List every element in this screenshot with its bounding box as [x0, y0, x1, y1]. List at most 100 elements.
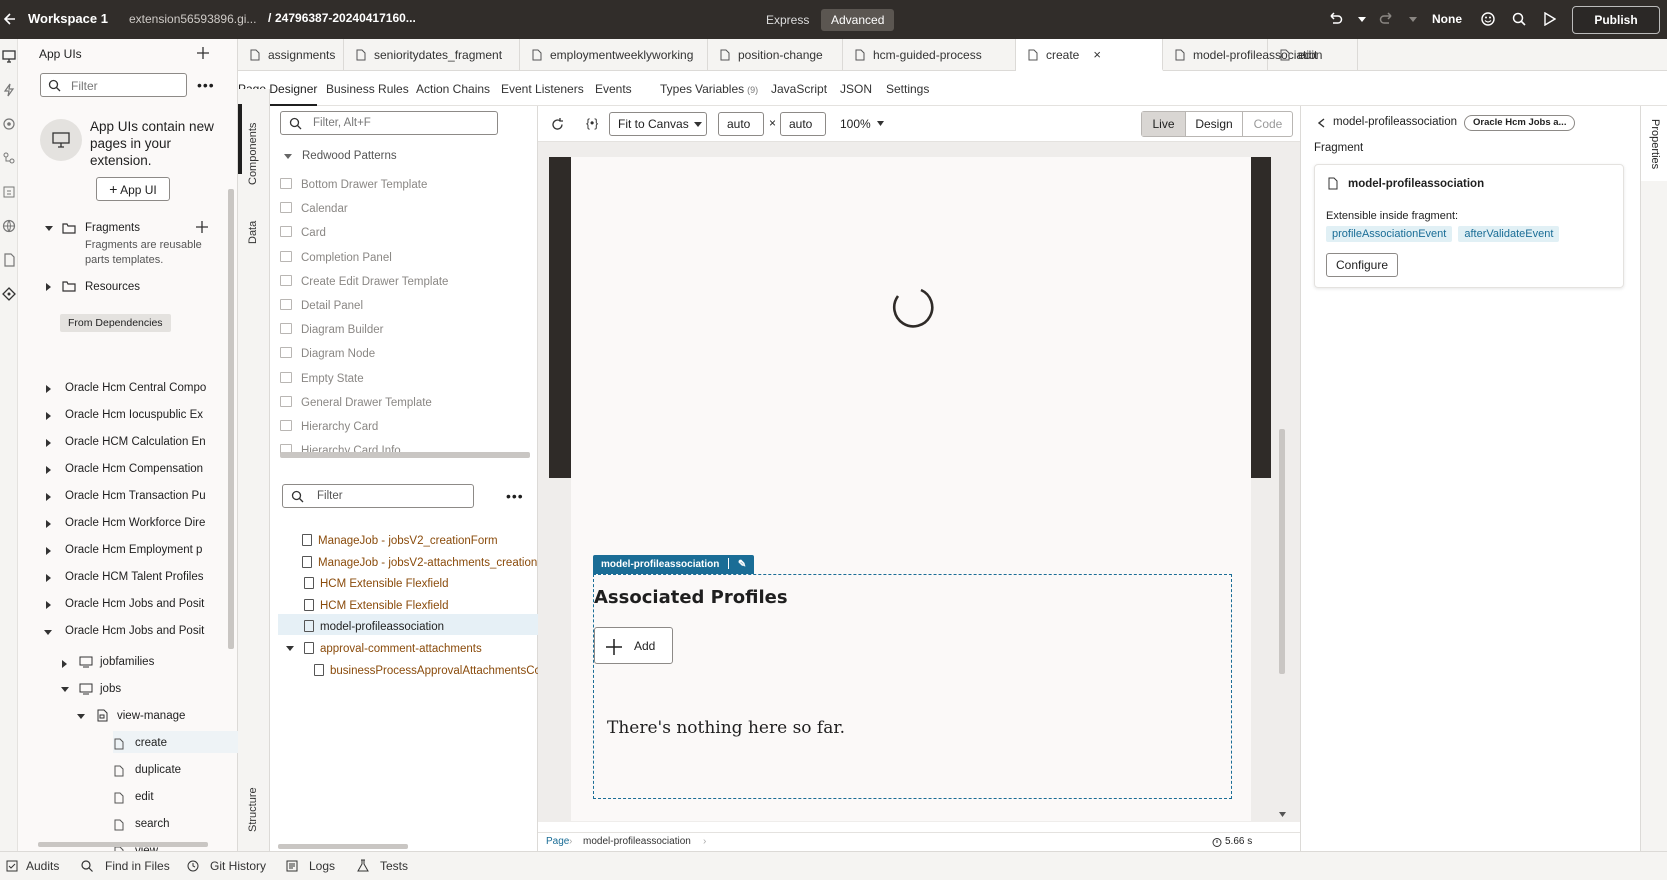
crumb-page[interactable]: Page	[546, 836, 569, 847]
variable-binding-icon[interactable]: {•}	[586, 116, 598, 130]
designer-tab[interactable]: Settings	[886, 72, 929, 106]
components-h-scrollbar[interactable]	[280, 452, 530, 458]
jobs-node[interactable]: jobs	[100, 683, 121, 695]
component-item[interactable]: Calendar	[280, 202, 348, 215]
tab-senioritydates_fragment[interactable]: senioritydates_fragment	[344, 39, 520, 71]
component-item[interactable]: Create Edit Drawer Template	[280, 274, 448, 288]
component-item[interactable]: General Drawer Template	[280, 395, 432, 409]
structure-item[interactable]: businessProcessApprovalAttachmentsCom	[314, 663, 551, 677]
app-ui-filter[interactable]: Filter	[40, 73, 187, 97]
chevron-right-icon[interactable]	[46, 283, 51, 291]
chevron-right-icon[interactable]	[46, 412, 51, 420]
tab-create[interactable]: create ×	[1016, 39, 1163, 71]
chevron-left-icon[interactable]	[1318, 118, 1325, 128]
chevron-down-icon[interactable]	[284, 154, 292, 159]
chevron-right-icon[interactable]	[46, 439, 51, 447]
chevron-right-icon[interactable]	[46, 385, 51, 393]
vtab-structure[interactable]: Structure	[247, 787, 259, 832]
component-item[interactable]: Bottom Drawer Template	[280, 178, 427, 191]
properties-tab[interactable]: Properties	[1649, 119, 1661, 169]
tab-edit[interactable]: edit	[1268, 39, 1358, 71]
event-chip[interactable]: afterValidateEvent	[1458, 226, 1560, 242]
canvas-scrollbar[interactable]	[1279, 429, 1285, 674]
chevron-down-icon[interactable]	[61, 687, 69, 692]
mode-design[interactable]: Design	[1185, 112, 1243, 136]
web-icon[interactable]	[2, 219, 16, 233]
workspace-name[interactable]: Workspace 1	[28, 11, 108, 26]
dependency-item[interactable]: Oracle Hcm Jobs and Posit	[18, 598, 218, 616]
add-app-ui-button[interactable]: + App UI	[96, 177, 170, 201]
redo-dropdown-icon[interactable]	[1409, 17, 1417, 22]
structure-item[interactable]: approval-comment-attachments	[286, 642, 482, 655]
left-scrollbar[interactable]	[228, 189, 234, 649]
designer-tab[interactable]: Types	[660, 72, 692, 106]
canvas-width-input[interactable]: auto	[718, 112, 764, 136]
designer-tab[interactable]: JSON	[840, 72, 872, 106]
canvas-height-input[interactable]: auto	[780, 112, 826, 136]
structure-item[interactable]: ManageJob - jobsV2-attachments_creationF	[302, 555, 544, 569]
add-fragment-icon[interactable]	[196, 221, 208, 233]
mode-advanced[interactable]: Advanced	[821, 9, 895, 31]
designer-tab[interactable]: Events	[595, 72, 632, 106]
chevron-down-icon[interactable]	[44, 630, 52, 635]
preview-target[interactable]: None	[1432, 12, 1462, 26]
chevron-right-icon[interactable]	[46, 574, 51, 582]
chevron-right-icon[interactable]	[46, 520, 51, 528]
component-item[interactable]: Diagram Node	[280, 347, 375, 360]
more-icon[interactable]: •••	[197, 77, 215, 93]
add-icon[interactable]	[197, 47, 209, 59]
component-item[interactable]: Completion Panel	[280, 250, 392, 264]
dependency-item[interactable]: Oracle Hcm Iocuspublic Ex	[18, 409, 218, 427]
audits-button[interactable]: Audits	[26, 852, 59, 880]
chevron-down-icon[interactable]	[77, 714, 85, 719]
structure-filter[interactable]: Filter	[282, 484, 474, 508]
business-objects-icon[interactable]	[2, 185, 16, 199]
mode-code[interactable]: Code	[1243, 112, 1293, 136]
vtab-components[interactable]: Components	[247, 123, 259, 185]
branch-name[interactable]: 24796387-20240417160...	[275, 11, 416, 25]
configure-button[interactable]: Configure	[1326, 253, 1398, 277]
designer-tab[interactable]: JavaScript	[771, 72, 827, 106]
tests-button[interactable]: Tests	[380, 852, 408, 880]
tab-employmentweeklyworking[interactable]: employmentweeklyworking	[520, 39, 708, 71]
undo-dropdown-icon[interactable]	[1358, 17, 1366, 22]
tab-position-change[interactable]: position-change	[708, 39, 843, 71]
fit-select[interactable]: Fit to Canvas	[609, 112, 707, 136]
dependency-item[interactable]: Oracle Hcm Transaction Pu	[18, 490, 218, 508]
processes-icon[interactable]	[2, 83, 16, 97]
app-uis-icon[interactable]	[2, 49, 16, 63]
component-group[interactable]: Redwood Patterns	[302, 150, 397, 162]
designer-tab[interactable]: Action Chains	[416, 72, 490, 106]
fragments-node[interactable]: Fragments	[85, 222, 140, 234]
dependency-item[interactable]: Oracle Hcm Jobs and Posit	[18, 625, 218, 643]
chevron-down-icon[interactable]	[286, 646, 294, 651]
crumb-fragment[interactable]: model-profileassociation	[583, 836, 691, 847]
left-h-scrollbar[interactable]	[38, 842, 208, 847]
page-item-duplicate[interactable]: duplicate	[114, 764, 234, 780]
publish-button[interactable]: Publish	[1572, 6, 1660, 34]
structure-h-scrollbar[interactable]	[278, 844, 408, 849]
structure-item[interactable]: ManageJob - jobsV2_creationForm	[302, 534, 498, 547]
event-chip[interactable]: profileAssociationEvent	[1326, 226, 1453, 242]
add-profile-button[interactable]: Add	[594, 627, 673, 664]
chevron-down-icon[interactable]	[45, 226, 53, 231]
designer-tab[interactable]: Variables (9)	[695, 72, 758, 106]
chevron-right-icon[interactable]	[46, 547, 51, 555]
chevron-right-icon[interactable]	[62, 660, 67, 668]
chevron-right-icon[interactable]	[46, 601, 51, 609]
page-item-search[interactable]: search	[114, 818, 234, 834]
scroll-down-icon[interactable]	[1279, 812, 1286, 817]
vtab-data[interactable]: Data	[247, 221, 259, 244]
search-icon[interactable]	[1512, 12, 1526, 26]
extension-name[interactable]: extension56593896.gi...	[129, 12, 256, 26]
tab-assignments[interactable]: assignments	[238, 39, 344, 71]
fragment-label[interactable]: model-profileassociation ✎	[593, 555, 755, 574]
source-icon[interactable]	[2, 151, 16, 165]
view-manage-node[interactable]: view-manage	[117, 710, 185, 722]
undo-icon[interactable]	[1327, 12, 1343, 26]
services-icon[interactable]	[2, 117, 16, 131]
component-item[interactable]: Diagram Builder	[280, 323, 383, 336]
dependency-item[interactable]: Oracle HCM Talent Profiles	[18, 571, 218, 589]
dependency-item[interactable]: Oracle Hcm Central Compo	[18, 382, 218, 400]
dependency-item[interactable]: Oracle Hcm Employment p	[18, 544, 218, 562]
